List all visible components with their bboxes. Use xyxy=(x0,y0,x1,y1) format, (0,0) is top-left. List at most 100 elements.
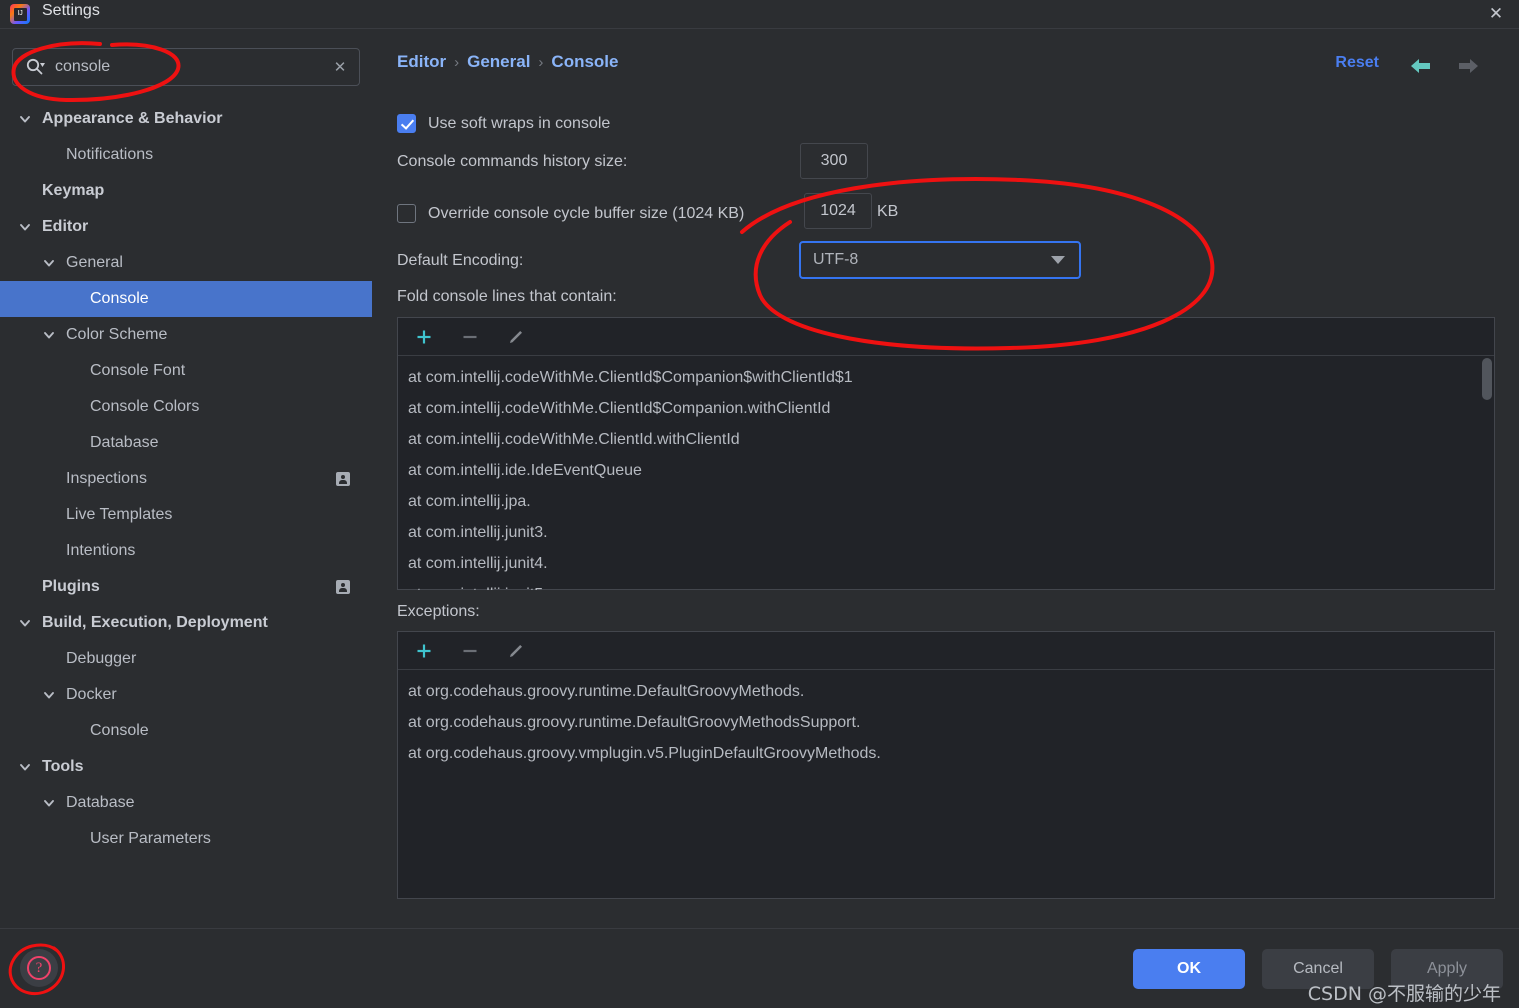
sidebar-item-console[interactable]: Console xyxy=(0,713,372,749)
sidebar-item-general[interactable]: General xyxy=(0,245,372,281)
sidebar-item-console[interactable]: Console xyxy=(0,281,372,317)
sidebar-item-label: Console Font xyxy=(90,362,186,379)
reset-button[interactable]: Reset xyxy=(1335,54,1379,72)
breadcrumb-item[interactable]: Console xyxy=(551,52,618,72)
sidebar-item-label: Build, Execution, Deployment xyxy=(42,614,268,631)
arrow-left-icon[interactable] xyxy=(1408,55,1434,77)
sidebar-item-console-colors[interactable]: Console Colors xyxy=(0,389,372,425)
watermark: CSDN @不服输的少年 xyxy=(1307,983,1501,1005)
encoding-dropdown[interactable]: UTF-8 xyxy=(799,241,1081,279)
settings-dialog: IJ Settings ✕ ✕ Appearance & Behavior Not… xyxy=(0,0,1519,1008)
exceptions-list[interactable]: at org.codehaus.groovy.runtime.DefaultGr… xyxy=(398,670,1494,899)
exceptions-label: Exceptions: xyxy=(397,603,480,620)
chevron-down-icon[interactable] xyxy=(18,220,32,234)
exceptions-list-panel: at org.codehaus.groovy.runtime.DefaultGr… xyxy=(397,631,1495,899)
sidebar-item-plugins[interactable]: Plugins xyxy=(0,569,372,605)
soft-wraps-row[interactable]: Use soft wraps in console xyxy=(397,114,610,133)
list-item[interactable]: at com.intellij.codeWithMe.ClientId$Comp… xyxy=(398,393,1494,424)
chevron-down-icon[interactable] xyxy=(18,760,32,774)
chevron-down-icon[interactable] xyxy=(18,112,32,126)
help-button[interactable]: ? xyxy=(20,949,58,987)
sidebar-item-database[interactable]: Database xyxy=(0,785,372,821)
fold-list[interactable]: at com.intellij.codeWithMe.ClientId$Comp… xyxy=(398,356,1494,590)
sidebar-item-inspections[interactable]: Inspections xyxy=(0,461,372,497)
chevron-down-icon[interactable] xyxy=(42,688,56,702)
exceptions-remove-icon[interactable] xyxy=(458,639,482,663)
fold-edit-pencil-icon[interactable] xyxy=(504,325,528,349)
clear-search-icon[interactable]: ✕ xyxy=(325,52,355,82)
breadcrumb-item[interactable]: Editor xyxy=(397,52,446,72)
sidebar-item-label: User Parameters xyxy=(90,830,211,847)
list-item[interactable]: at com.intellij.ide.IdeEventQueue xyxy=(398,455,1494,486)
sidebar-item-label: Database xyxy=(66,794,135,811)
list-item[interactable]: at com.intellij.junit3. xyxy=(398,517,1494,548)
sidebar-item-label: Color Scheme xyxy=(66,326,168,343)
list-item[interactable]: at com.intellij.codeWithMe.ClientId$Comp… xyxy=(398,362,1494,393)
window-title: Settings xyxy=(42,2,100,19)
sidebar-item-tools[interactable]: Tools xyxy=(0,749,372,785)
ok-button[interactable]: OK xyxy=(1133,949,1245,989)
chevron-down-icon[interactable] xyxy=(42,328,56,342)
arrow-right-icon[interactable] xyxy=(1455,55,1481,77)
list-item[interactable]: at org.codehaus.groovy.runtime.DefaultGr… xyxy=(398,707,1494,738)
soft-wraps-checkbox[interactable] xyxy=(397,114,416,133)
exceptions-list-toolbar xyxy=(398,632,1494,670)
sidebar-item-label: Notifications xyxy=(66,146,154,163)
soft-wraps-label: Use soft wraps in console xyxy=(428,114,611,132)
list-item[interactable]: at com.intellij.junit5. xyxy=(398,579,1494,590)
sidebar: ✕ Appearance & Behavior Notifications Keym… xyxy=(0,29,372,928)
sidebar-item-label: General xyxy=(66,254,123,271)
chevron-down-icon[interactable] xyxy=(42,796,56,810)
sidebar-item-label: Database xyxy=(90,434,159,451)
sidebar-item-live-templates[interactable]: Live Templates xyxy=(0,497,372,533)
sidebar-item-label: Console xyxy=(90,722,149,739)
user-profile-icon xyxy=(336,472,350,486)
sidebar-item-console-font[interactable]: Console Font xyxy=(0,353,372,389)
fold-list-toolbar xyxy=(398,318,1494,356)
exceptions-edit-pencil-icon[interactable] xyxy=(504,639,528,663)
title-bar: IJ Settings ✕ xyxy=(0,0,1519,28)
history-size-input[interactable]: 300 xyxy=(800,143,868,179)
cycle-buffer-checkbox[interactable] xyxy=(397,204,416,223)
close-icon[interactable]: ✕ xyxy=(1473,0,1519,28)
encoding-value: UTF-8 xyxy=(813,251,859,268)
intellij-logo-icon: IJ xyxy=(10,4,30,24)
list-item[interactable]: at org.codehaus.groovy.vmplugin.v5.Plugi… xyxy=(398,738,1494,769)
breadcrumb-separator: › xyxy=(454,53,460,71)
list-item[interactable]: at org.codehaus.groovy.runtime.DefaultGr… xyxy=(398,676,1494,707)
breadcrumb-item[interactable]: General xyxy=(467,52,530,72)
chevron-down-icon[interactable] xyxy=(42,256,56,270)
list-item[interactable]: at com.intellij.codeWithMe.ClientId.with… xyxy=(398,424,1494,455)
sidebar-item-docker[interactable]: Docker xyxy=(0,677,372,713)
fold-list-scrollbar[interactable] xyxy=(1482,358,1492,400)
sidebar-item-intentions[interactable]: Intentions xyxy=(0,533,372,569)
sidebar-item-label: Live Templates xyxy=(66,506,173,523)
search-icon xyxy=(25,57,45,77)
history-size-label: Console commands history size: xyxy=(397,153,628,170)
exceptions-add-icon[interactable] xyxy=(412,639,436,663)
cycle-buffer-input[interactable]: 1024 xyxy=(804,193,872,229)
sidebar-item-database[interactable]: Database xyxy=(0,425,372,461)
search-input[interactable] xyxy=(55,58,325,76)
settings-search-box[interactable]: ✕ xyxy=(12,48,360,86)
sidebar-item-editor[interactable]: Editor xyxy=(0,209,372,245)
chevron-down-icon[interactable] xyxy=(18,616,32,630)
list-item[interactable]: at com.intellij.jpa. xyxy=(398,486,1494,517)
sidebar-item-build-execution-deployment[interactable]: Build, Execution, Deployment xyxy=(0,605,372,641)
sidebar-item-keymap[interactable]: Keymap xyxy=(0,173,372,209)
sidebar-item-notifications[interactable]: Notifications xyxy=(0,137,372,173)
sidebar-item-appearance-behavior[interactable]: Appearance & Behavior xyxy=(0,101,372,137)
sidebar-item-user-parameters[interactable]: User Parameters xyxy=(0,821,372,857)
fold-label: Fold console lines that contain: xyxy=(397,288,617,305)
fold-remove-icon[interactable] xyxy=(458,325,482,349)
sidebar-item-label: Console xyxy=(90,290,149,307)
user-profile-icon xyxy=(336,580,350,594)
sidebar-item-debugger[interactable]: Debugger xyxy=(0,641,372,677)
sidebar-item-label: Debugger xyxy=(66,650,137,667)
sidebar-item-label: Console Colors xyxy=(90,398,200,415)
list-item[interactable]: at com.intellij.junit4. xyxy=(398,548,1494,579)
sidebar-item-color-scheme[interactable]: Color Scheme xyxy=(0,317,372,353)
main-panel: Editor › General › Console Reset Use soft wr… xyxy=(372,29,1519,928)
cycle-buffer-row[interactable]: Override console cycle buffer size (1024… xyxy=(397,204,744,223)
fold-add-icon[interactable] xyxy=(412,325,436,349)
